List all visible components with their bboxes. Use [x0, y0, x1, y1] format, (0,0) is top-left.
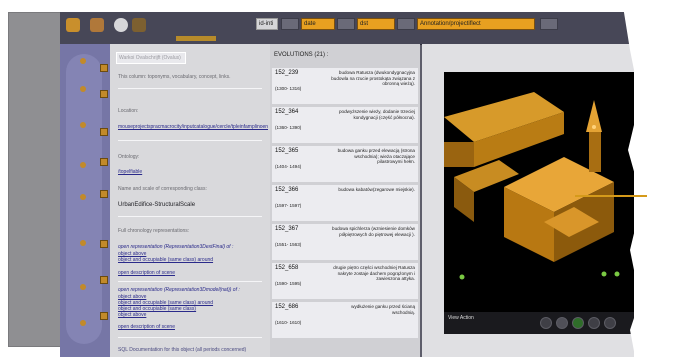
evolution-description: budowa Ratusza (dwukondygnacyjna budowla…	[331, 70, 415, 87]
date-select[interactable]: date	[301, 18, 335, 30]
evolution-id[interactable]: 152_366	[275, 187, 298, 193]
evolution-description: podwyższenie wieży, dodanie trzeciej kon…	[338, 109, 415, 120]
zoom-button[interactable]	[588, 317, 600, 329]
evolutions-panel: EVOLUTIONS (21) : 152_239 (1300- 1316) b…	[270, 44, 420, 357]
evolution-row[interactable]: 152_658 (1590- 1595) drugie piętro częśc…	[272, 263, 418, 299]
app-window: id-inti date dst Annotation/projectiflec…	[60, 12, 634, 357]
evolution-id[interactable]: 152_686	[275, 304, 298, 310]
top-toolbar: id-inti date dst Annotation/projectiflec…	[60, 12, 634, 45]
viewer-label: View Action	[448, 315, 474, 321]
divider	[118, 337, 262, 338]
divider	[118, 216, 262, 217]
id-button[interactable]: id-inti	[256, 18, 278, 30]
ontology-label: Ontology:	[118, 154, 140, 160]
evolution-dates: (1590- 1595)	[275, 281, 302, 286]
timeline-node[interactable]	[80, 162, 86, 168]
layers-icon[interactable]	[132, 18, 146, 32]
nav-button[interactable]	[100, 276, 108, 284]
ontology-link[interactable]: /topelfiable	[118, 169, 142, 175]
pointer-line	[575, 195, 647, 197]
evolution-description: budowa ganku przed elewacją (strona wsch…	[337, 148, 415, 165]
nav-button[interactable]	[100, 240, 108, 248]
evolution-id[interactable]: 152_364	[275, 109, 298, 115]
map-icon[interactable]	[90, 18, 104, 32]
evolution-row[interactable]: 152_365 (1404- 1494) budowa ganku przed …	[272, 146, 418, 182]
divider	[118, 140, 262, 141]
reset-view-button[interactable]	[572, 317, 584, 329]
scene-description-link[interactable]: open description of scene	[118, 270, 175, 276]
evolution-row[interactable]: 152_366 (1597- 1597) budowa kabatów(zega…	[272, 185, 418, 221]
annotation-select[interactable]: Annotation/projectiflect	[417, 18, 535, 30]
nav-button[interactable]	[100, 64, 108, 72]
representation-1-text: open representation (Representation3Dext…	[118, 244, 234, 250]
pan-button[interactable]	[556, 317, 568, 329]
atom-icon[interactable]	[66, 18, 80, 32]
divider	[118, 88, 262, 89]
dst-select[interactable]: dst	[357, 18, 395, 30]
evolution-row[interactable]: 152_364 (1360- 1390) podwyższenie wieży,…	[272, 107, 418, 143]
evolution-dates: (1610- 1610)	[275, 320, 302, 325]
nav-button[interactable]	[100, 158, 108, 166]
3d-viewport[interactable]	[444, 72, 634, 312]
representation-2-text: open representation (Representation3Dmod…	[118, 287, 240, 293]
toolbar-button-3[interactable]	[397, 18, 415, 30]
toolbar-button-4[interactable]	[540, 18, 558, 30]
toolbar-button-1[interactable]	[281, 18, 299, 30]
toolbar-button-2[interactable]	[337, 18, 355, 30]
timeline-nav	[60, 44, 110, 357]
evolution-description: budowa spichlerza (wzniesienie domków pó…	[332, 226, 415, 237]
location-label: Location:	[118, 108, 139, 114]
brand-strip	[176, 36, 216, 41]
nav-button[interactable]	[100, 190, 108, 198]
evolution-description: budowa kabatów(zegarowe miejskie).	[338, 187, 415, 192]
evolutions-title: EVOLUTIONS (21) :	[274, 52, 329, 58]
sql-footer[interactable]: SQL Documentation for this object (all p…	[118, 347, 246, 353]
evolution-row[interactable]: 152_239 (1300- 1316) budowa Ratusza (dwu…	[272, 68, 418, 104]
evolution-description: drugie piętro części wschodniej Ratusza …	[333, 265, 415, 282]
rotate-left-button[interactable]	[540, 317, 552, 329]
evolution-description: wydłużenie ganku przed ścianą wschodnią.	[351, 304, 415, 315]
nav-button[interactable]	[100, 90, 108, 98]
evolution-dates: (1404- 1494)	[275, 164, 302, 169]
timeline-node[interactable]	[80, 320, 86, 326]
class-name-label: Name and scale of corresponding class:	[118, 186, 207, 192]
evolution-id[interactable]: 152_239	[275, 70, 298, 76]
timeline-node[interactable]	[80, 58, 86, 64]
rep2-link[interactable]: object above	[118, 312, 146, 318]
rep1-link[interactable]: object and occupiable (same class) aroun…	[118, 257, 213, 263]
evolution-row[interactable]: 152_686 (1610- 1610) wydłużenie ganku pr…	[272, 302, 418, 338]
divider	[118, 281, 262, 282]
evolution-dates: (1360- 1390)	[275, 125, 302, 130]
info-description: This column: toponyms, vocabulary, conce…	[118, 74, 231, 80]
info-panel: Warkoi Ovalschrijft (Ovalus) This column…	[110, 44, 270, 357]
class-name-value: UrbanEdifice-StructuralScale	[118, 202, 196, 208]
evolution-id[interactable]: 152_367	[275, 226, 298, 232]
evolution-dates: (1597- 1597)	[275, 203, 302, 208]
globe-icon[interactable]	[114, 18, 128, 32]
nav-button[interactable]	[100, 312, 108, 320]
evolution-id[interactable]: 152_365	[275, 148, 298, 154]
timeline-node[interactable]	[80, 122, 86, 128]
timeline-node[interactable]	[80, 284, 86, 290]
evolution-id[interactable]: 152_658	[275, 265, 298, 271]
location-link[interactable]: mouseprojectspracmacrocity/inputcatalogu…	[118, 124, 268, 130]
rotate-right-button[interactable]	[604, 317, 616, 329]
evolution-dates: (1300- 1316)	[275, 86, 302, 91]
timeline-node[interactable]	[80, 240, 86, 246]
evolution-dates: (1551- 1563)	[275, 242, 302, 247]
chronology-label: Full chronology representations:	[118, 228, 190, 234]
3d-building-model[interactable]	[444, 72, 634, 312]
evolution-row[interactable]: 152_367 (1551- 1563) budowa spichlerza (…	[272, 224, 418, 260]
nav-button[interactable]	[100, 128, 108, 136]
object-title: Warkoi Ovalschrijft (Ovalus)	[116, 52, 186, 64]
timeline-node[interactable]	[80, 194, 86, 200]
viewer-panel: View Action	[422, 44, 634, 357]
scene-description-link[interactable]: open description of scene	[118, 324, 175, 330]
timeline-node[interactable]	[80, 86, 86, 92]
viewer-controls: View Action	[444, 312, 634, 334]
